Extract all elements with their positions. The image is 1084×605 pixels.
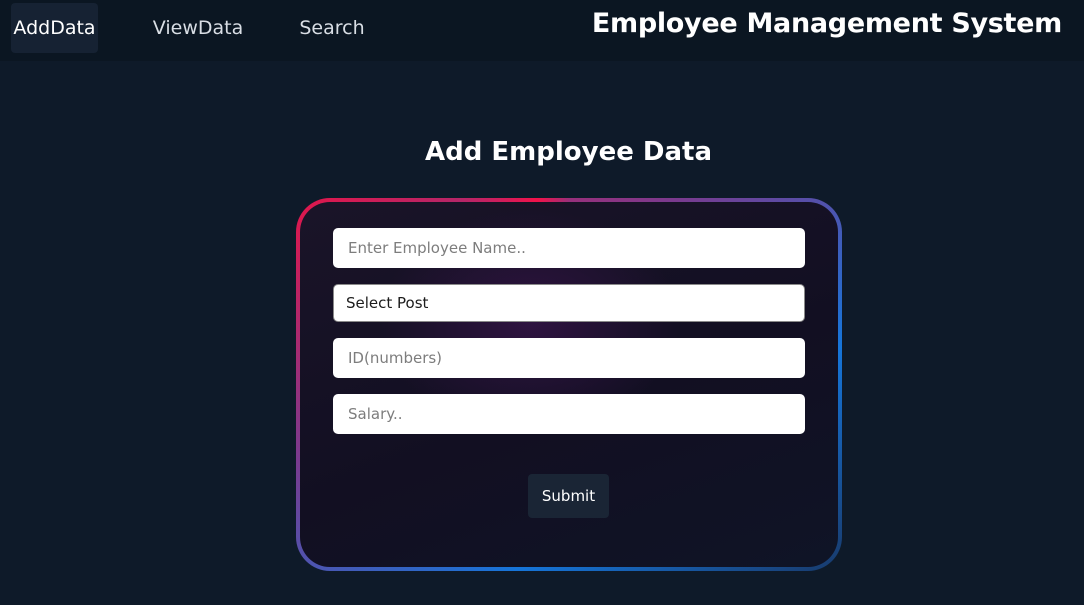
employee-form-card: Select Post Submit [296,198,842,571]
submit-button[interactable]: Submit [528,474,609,518]
employee-id-input[interactable] [333,338,805,378]
post-select[interactable]: Select Post [333,284,805,322]
nav-add-data[interactable]: AddData [11,3,98,53]
page-title: Add Employee Data [424,137,712,167]
nav-view-data[interactable]: ViewData [152,3,244,53]
salary-input[interactable] [333,394,805,434]
app-title: Employee Management System [591,8,1062,39]
top-navbar: AddData ViewData Search Employee Managem… [0,0,1084,61]
nav-search[interactable]: Search [298,3,366,53]
employee-name-input[interactable] [333,228,805,268]
